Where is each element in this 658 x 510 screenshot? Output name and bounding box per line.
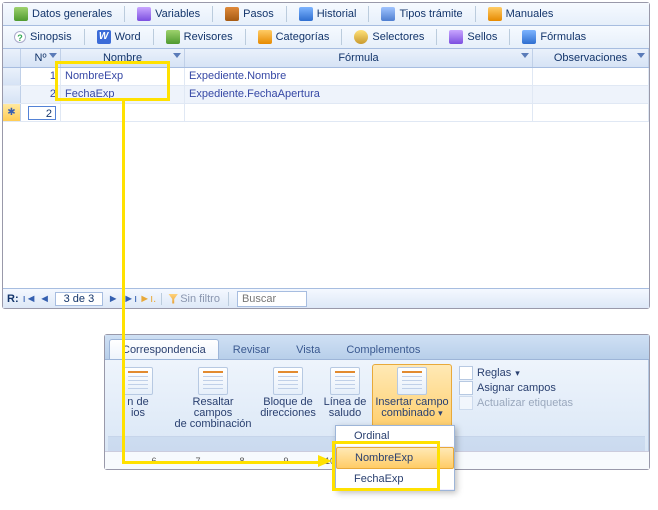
filter-icon: [168, 294, 178, 304]
arrow-segment: [122, 461, 320, 464]
nav-last-button[interactable]: ►ı: [123, 293, 135, 305]
cell-nombre: NombreExp: [61, 68, 185, 85]
rb-edit-recipients[interactable]: n deios: [108, 364, 168, 436]
tb-sinopsis[interactable]: ?Sinopsis: [7, 28, 79, 46]
historial-icon: [299, 7, 313, 21]
sinopsis-icon: ?: [14, 31, 26, 43]
main-toolbar-row2: ?Sinopsis WWord Revisores Categorías Sel…: [3, 26, 649, 49]
doc-icon: [198, 367, 228, 395]
cell-num: 2: [21, 86, 61, 103]
tb-variables[interactable]: Variables: [130, 5, 207, 23]
formulas-icon: [522, 30, 536, 44]
word-ribbon: Correspondencia Revisar Vista Complement…: [104, 334, 650, 470]
rb-rules[interactable]: Reglas ▾: [457, 366, 575, 380]
variables-icon: [137, 7, 151, 21]
tb-revisores[interactable]: Revisores: [159, 28, 240, 46]
arrow-segment: [122, 101, 125, 463]
tab-vista[interactable]: Vista: [284, 340, 332, 359]
dropdown-icon: [521, 53, 529, 58]
col-formula-header[interactable]: Fórmula: [185, 49, 533, 67]
pasos-icon: [225, 7, 239, 21]
record-navigator: R: ı◄ ◄ 3 de 3 ► ►ı ►ı. Sin filtro Busca…: [3, 288, 649, 308]
categorias-icon: [258, 30, 272, 44]
revisores-icon: [166, 30, 180, 44]
table-new-row[interactable]: ✱ 2: [3, 104, 649, 122]
dropdown-icon: [49, 53, 57, 58]
doc-icon: [397, 367, 427, 395]
tb-historial[interactable]: Historial: [292, 5, 364, 23]
tb-selectores[interactable]: Selectores: [347, 28, 431, 46]
rb-update-labels: Actualizar etiquetas: [457, 396, 575, 410]
cell-formula: Expediente.FechaApertura: [185, 86, 533, 103]
cell-num: 1: [21, 68, 61, 85]
tab-revisar[interactable]: Revisar: [221, 340, 282, 359]
tb-word[interactable]: WWord: [90, 28, 148, 46]
rules-icon: [459, 366, 473, 380]
datos-icon: [14, 7, 28, 21]
chevron-down-icon: ▾: [438, 408, 443, 418]
manuales-icon: [488, 7, 502, 21]
new-row-icon: ✱: [7, 107, 15, 118]
main-toolbar-row1: Datos generales Variables Pasos Historia…: [3, 3, 649, 26]
rb-address-block[interactable]: Bloque dedirecciones: [258, 364, 318, 436]
dd-nombreexp[interactable]: NombreExp: [336, 447, 454, 469]
cell-num-input[interactable]: 2: [21, 104, 61, 121]
nav-new-button[interactable]: ►ı.: [139, 293, 151, 305]
word-icon: W: [97, 30, 111, 44]
filter-button[interactable]: Sin filtro: [161, 293, 220, 305]
update-icon: [459, 396, 473, 410]
table-row[interactable]: 1 NombreExp Expediente.Nombre: [3, 68, 649, 86]
tab-complementos[interactable]: Complementos: [334, 340, 432, 359]
dropdown-icon: [637, 53, 645, 58]
tb-datos-generales[interactable]: Datos generales: [7, 5, 119, 23]
tb-sellos[interactable]: Sellos: [442, 28, 504, 46]
search-input[interactable]: Buscar: [237, 291, 307, 307]
doc-icon: [123, 367, 153, 395]
doc-icon: [273, 367, 303, 395]
formula-grid: Nº Nombre Fórmula Observaciones 1 Nombre…: [3, 49, 649, 288]
dd-fechaexp[interactable]: FechaExp: [336, 469, 454, 490]
nav-label: R:: [7, 293, 19, 305]
tipos-icon: [381, 7, 395, 21]
chevron-down-icon: ▾: [515, 368, 520, 379]
rb-match-fields[interactable]: Asignar campos: [457, 381, 575, 395]
col-nombre-header[interactable]: Nombre: [61, 49, 185, 67]
cell-obs: [533, 86, 649, 103]
arrow-head-icon: [318, 455, 332, 467]
rb-highlight-fields[interactable]: Resaltar camposde combinación: [170, 364, 256, 436]
nav-next-button[interactable]: ►: [107, 293, 119, 305]
tab-correspondencia[interactable]: Correspondencia: [109, 339, 219, 359]
tb-categorias[interactable]: Categorías: [251, 28, 337, 46]
ribbon-tabs: Correspondencia Revisar Vista Complement…: [105, 335, 649, 359]
tb-formulas[interactable]: Fórmulas: [515, 28, 593, 46]
dd-ordinal[interactable]: Ordinal: [336, 426, 454, 447]
cell-formula: Expediente.Nombre: [185, 68, 533, 85]
tb-pasos[interactable]: Pasos: [218, 5, 281, 23]
doc-icon: [330, 367, 360, 395]
nav-prev-button[interactable]: ◄: [39, 293, 51, 305]
merge-field-dropdown: Ordinal NombreExp FechaExp: [335, 425, 455, 491]
col-obs-header[interactable]: Observaciones: [533, 49, 649, 67]
cell-obs: [533, 68, 649, 85]
selectores-icon: [354, 30, 368, 44]
match-icon: [459, 381, 473, 395]
table-row[interactable]: 2 FechaExp Expediente.FechaApertura: [3, 86, 649, 104]
col-num-header[interactable]: Nº: [21, 49, 61, 67]
dropdown-icon: [173, 53, 181, 58]
sellos-icon: [449, 30, 463, 44]
tb-manuales[interactable]: Manuales: [481, 5, 561, 23]
tb-tipos-tramite[interactable]: Tipos trámite: [374, 5, 469, 23]
nav-first-button[interactable]: ı◄: [23, 293, 35, 305]
nav-position[interactable]: 3 de 3: [55, 292, 104, 306]
